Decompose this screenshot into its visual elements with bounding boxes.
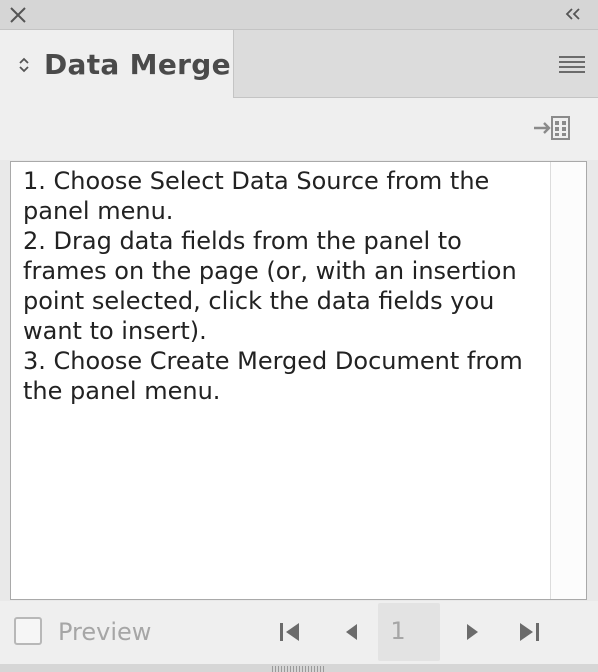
panel-titlebar	[0, 0, 598, 30]
preview-label: Preview	[58, 618, 152, 646]
panel-tab-row: Data Merge	[0, 30, 598, 98]
instruction-step-1: 1. Choose Select Data Source from the pa…	[23, 167, 490, 225]
panel-toolbar	[0, 98, 598, 160]
up-down-arrows-icon[interactable]	[17, 56, 31, 74]
data-fields-list[interactable]: 1. Choose Select Data Source from the pa…	[10, 161, 587, 600]
panel-title: Data Merge	[44, 48, 231, 81]
tab-data-merge[interactable]: Data Merge	[0, 30, 234, 98]
hamburger-menu-icon[interactable]	[558, 54, 586, 76]
instruction-step-3: 3. Choose Create Merged Document from th…	[23, 347, 523, 405]
record-number-field[interactable]: 1	[378, 603, 440, 661]
scrollbar[interactable]	[550, 162, 586, 599]
panel-footer: Preview 1	[0, 601, 598, 672]
resize-grip-icon[interactable]	[272, 666, 324, 672]
instructions-text: 1. Choose Select Data Source from the pa…	[23, 166, 548, 406]
collapse-panel-icon[interactable]	[562, 5, 584, 23]
last-record-icon[interactable]	[516, 619, 542, 645]
instruction-step-2: 2. Drag data fields from the panel to fr…	[23, 227, 517, 345]
previous-record-icon[interactable]	[340, 619, 366, 645]
import-data-source-icon[interactable]	[532, 115, 572, 141]
preview-checkbox[interactable]	[14, 617, 42, 645]
next-record-icon[interactable]	[460, 619, 486, 645]
close-icon[interactable]	[6, 3, 30, 27]
record-number: 1	[390, 617, 406, 645]
first-record-icon[interactable]	[277, 619, 303, 645]
